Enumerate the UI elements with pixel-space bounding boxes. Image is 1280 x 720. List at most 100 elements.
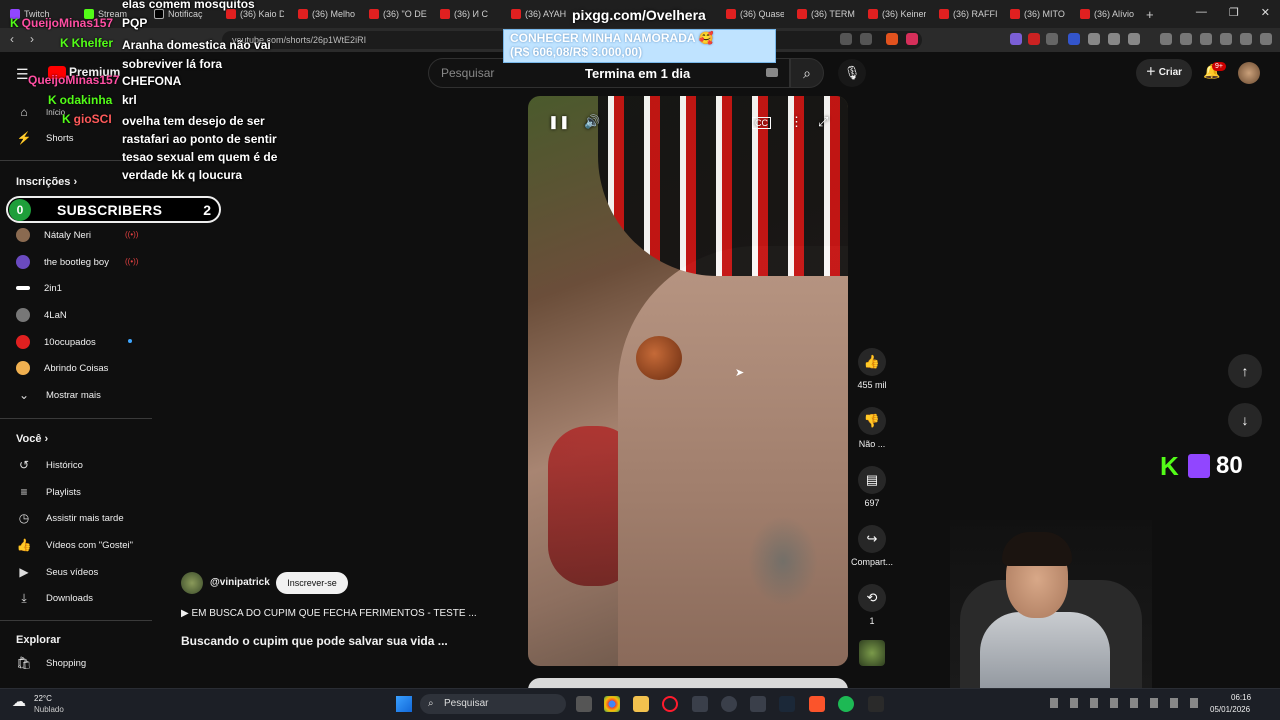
minimize-icon[interactable]: — <box>1196 6 1207 19</box>
weather-temperature[interactable]: 22°C <box>34 694 52 703</box>
sidebar-show-more[interactable]: ⌄ Mostrar mais <box>16 385 101 405</box>
extension-icon[interactable] <box>1128 33 1140 45</box>
previous-short-button[interactable]: ↑ <box>1228 354 1262 388</box>
music-icon[interactable] <box>1160 33 1172 45</box>
sidebar-item-shorts[interactable]: ⚡ Shorts <box>16 128 74 148</box>
sidebar-channel[interactable]: Abrindo Coisas <box>16 358 108 378</box>
restore-icon[interactable]: ❐ <box>1229 6 1239 19</box>
search-button[interactable]: ⌕ <box>790 58 824 88</box>
weather-description[interactable]: Nublado <box>34 705 64 714</box>
back-icon[interactable]: ‹ <box>10 32 14 46</box>
sound-thumbnail[interactable] <box>859 640 885 666</box>
browser-tab[interactable]: (36) AYAH <box>511 4 567 24</box>
captions-icon[interactable]: CC <box>752 117 771 129</box>
sidebar-item-history[interactable]: ↺ Histórico <box>16 455 83 475</box>
browser-tab[interactable]: (36) MITO <box>1010 4 1068 24</box>
extension-icon[interactable] <box>1010 33 1022 45</box>
share-icon[interactable]: ↪ <box>858 525 886 553</box>
browser-tab[interactable]: (36) RAFFI <box>939 4 997 24</box>
shorts-video-player[interactable]: ❚❚ 🔊 CC ⋮ ⤢ ➤ <box>528 96 848 666</box>
sidebar-item-your-videos[interactable]: ▶ Seus vídeos <box>16 562 98 582</box>
brave-rewards-icon[interactable] <box>906 33 918 45</box>
remix-icon[interactable]: ⟲ <box>858 584 886 612</box>
spotify-icon[interactable] <box>838 696 854 712</box>
comments-action[interactable]: ▤ 697 <box>858 466 886 508</box>
menu-icon[interactable] <box>1260 33 1272 45</box>
extension-icon[interactable] <box>1028 33 1040 45</box>
forward-icon[interactable]: › <box>30 32 34 46</box>
vpn-icon[interactable] <box>1220 33 1232 45</box>
like-action[interactable]: 👍 455 mil <box>857 348 887 390</box>
browser-tab[interactable]: (36) Quase <box>726 4 784 24</box>
puzzle-icon[interactable] <box>1108 33 1120 45</box>
extension-icon[interactable] <box>1088 33 1100 45</box>
account-avatar[interactable] <box>1238 62 1260 84</box>
sidebar-channel[interactable]: 10ocupados <box>16 332 96 352</box>
sidebar-you-header[interactable]: Você › <box>16 433 48 445</box>
task-view-icon[interactable] <box>576 696 592 712</box>
short-title[interactable]: Buscando o cupim que pode salvar sua vid… <box>181 634 448 648</box>
clock-time[interactable]: 06:16 <box>1231 693 1251 702</box>
app-icon[interactable] <box>692 696 708 712</box>
fullscreen-icon[interactable]: ⤢ <box>818 114 828 130</box>
sidebar-channel[interactable]: the bootleg boy <box>16 252 109 272</box>
sidebar-item-shopping[interactable]: 🛍 Shopping <box>16 653 86 673</box>
new-tab-button[interactable]: + <box>1146 4 1158 24</box>
taskbar-search[interactable]: ⌕ Pesquisar <box>420 694 566 714</box>
create-button[interactable]: ＋ Criar <box>1136 59 1192 87</box>
more-vert-icon[interactable]: ⋮ <box>790 114 803 130</box>
sidebar-channel[interactable]: Nátaly Neri <box>16 225 91 245</box>
dislike-action[interactable]: 👎 Não ... <box>858 407 886 449</box>
hamburger-menu-icon[interactable]: ☰ <box>16 66 29 83</box>
browser-tab[interactable]: (36) И С <box>440 4 498 24</box>
channel-avatar <box>16 255 30 269</box>
profile-icon[interactable] <box>1240 33 1252 45</box>
epic-games-icon[interactable] <box>868 696 884 712</box>
browser-tab[interactable]: (36) Keiner <box>868 4 926 24</box>
obs-icon[interactable] <box>721 696 737 712</box>
steam-icon[interactable] <box>779 696 795 712</box>
browser-tab[interactable]: (36) "O DE <box>369 4 427 24</box>
pause-icon[interactable]: ❚❚ <box>548 114 570 130</box>
opera-icon[interactable] <box>662 696 678 712</box>
channel-avatar[interactable] <box>181 572 203 594</box>
voice-search-button[interactable]: 🎙 <box>838 59 866 87</box>
share-action[interactable]: ↪ Compart... <box>851 525 893 567</box>
file-explorer-icon[interactable] <box>633 696 649 712</box>
channel-handle[interactable]: @vinipatrick <box>210 577 270 588</box>
sidebar-subscriptions-header[interactable]: Inscrições › <box>16 176 77 188</box>
close-icon[interactable]: ✕ <box>1261 6 1270 19</box>
clock-date[interactable]: 05/01/2026 <box>1210 705 1250 714</box>
sidebar-item-downloads[interactable]: ⤓ Downloads <box>16 588 93 608</box>
browser-tab[interactable]: (36) Melho <box>298 4 356 24</box>
windows-start-icon[interactable] <box>396 696 412 712</box>
volume-icon[interactable]: 🔊 <box>584 114 600 130</box>
remix-action[interactable]: ⟲ 1 <box>858 584 886 626</box>
system-tray-icons[interactable] <box>1050 698 1200 708</box>
screen-icon[interactable] <box>840 33 852 45</box>
sidebar-item-playlists[interactable]: ≡ Playlists <box>16 482 80 502</box>
sidebar-item-liked-videos[interactable]: 👍 Vídeos com "Gostei" <box>16 535 134 555</box>
extension-icon[interactable] <box>1046 33 1058 45</box>
wallet-icon[interactable] <box>1200 33 1212 45</box>
sidebar-item-watch-later[interactable]: ◷ Assistir mais tarde <box>16 508 124 528</box>
chrome-icon[interactable] <box>604 696 620 712</box>
brave-icon[interactable] <box>809 696 825 712</box>
brave-shield-icon[interactable] <box>886 33 898 45</box>
app-icon[interactable] <box>750 696 766 712</box>
video-description-line[interactable]: ▶ EM BUSCA DO CUPIM QUE FECHA FERIMENTOS… <box>181 608 477 619</box>
sidebar-channel[interactable]: 2in1 <box>16 278 62 298</box>
browser-tab[interactable]: (36) TERM <box>797 4 855 24</box>
keyboard-icon[interactable] <box>766 68 778 77</box>
weather-icon[interactable]: ☁ <box>12 693 26 710</box>
next-short-button[interactable]: ↓ <box>1228 403 1262 437</box>
sidebar-channel[interactable]: 4LaN <box>16 305 67 325</box>
browser-tab[interactable]: (36) Alívio <box>1080 4 1140 24</box>
thumbs-down-icon[interactable]: 👎 <box>858 407 886 435</box>
extension-icon[interactable] <box>1068 33 1080 45</box>
subscribe-button[interactable]: Inscrever-se <box>276 572 348 594</box>
comment-icon[interactable]: ▤ <box>858 466 886 494</box>
thumbs-up-icon[interactable]: 👍 <box>858 348 886 376</box>
sidebar-icon[interactable] <box>1180 33 1192 45</box>
share-icon[interactable] <box>860 33 872 45</box>
